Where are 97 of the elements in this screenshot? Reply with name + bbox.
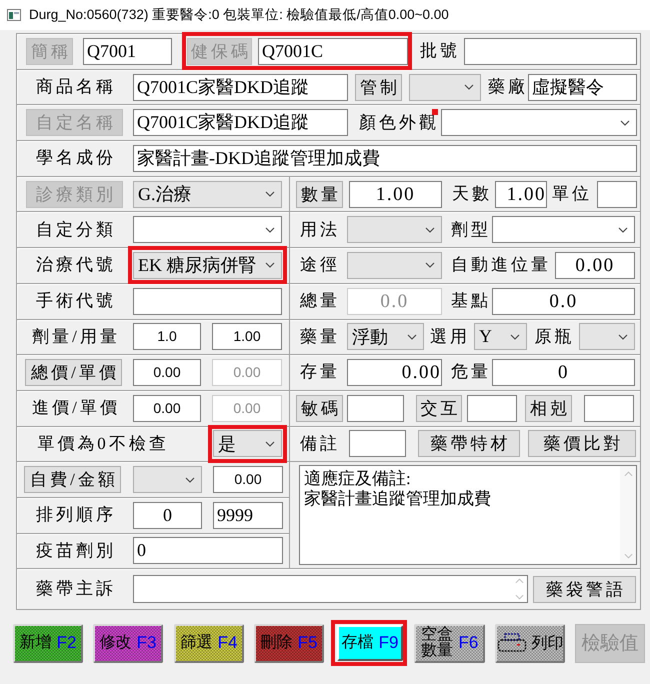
- field-label: 手術代號: [35, 290, 117, 312]
- text-field[interactable]: Q7001: [83, 38, 172, 65]
- field-label: 藥量: [299, 326, 340, 348]
- chevron-down-icon: [618, 334, 628, 340]
- form-button[interactable]: 藥帶特材: [418, 430, 520, 458]
- field-label: 學名成份: [35, 148, 117, 169]
- dropdown-field[interactable]: [441, 109, 637, 136]
- field-label: 單位: [551, 184, 592, 204]
- dropdown-field[interactable]: [347, 216, 442, 244]
- chevron-down-icon: [620, 120, 630, 126]
- field-label: 自定分類: [35, 220, 117, 240]
- text-field[interactable]: [597, 180, 637, 208]
- field-label: 藥廠: [487, 76, 525, 98]
- text-field[interactable]: [464, 38, 637, 65]
- chevron-down-icon: [425, 226, 435, 233]
- marker-icon: [432, 109, 438, 116]
- field-label: 批號: [419, 41, 455, 62]
- form-button[interactable]: 總價/單價: [25, 359, 122, 386]
- text-field[interactable]: 0.00: [133, 359, 201, 386]
- dropdown-field[interactable]: [133, 466, 202, 494]
- chevron-down-icon: [265, 440, 275, 447]
- text-field[interactable]: [347, 394, 404, 422]
- form-button[interactable]: 藥價比對: [528, 430, 636, 458]
- text-field[interactable]: 0.00: [347, 359, 442, 386]
- text-field[interactable]: 虛擬醫令: [528, 74, 637, 101]
- printer-icon: [496, 633, 526, 654]
- chevron-down-icon: [185, 476, 195, 483]
- memo-field[interactable]: [133, 575, 528, 604]
- field-label: 總量: [299, 290, 340, 312]
- form-button[interactable]: 自費/金額: [24, 466, 121, 494]
- dropdown-field[interactable]: EK 糖尿病併腎: [133, 252, 282, 279]
- text-field[interactable]: 0.00: [213, 466, 283, 494]
- chevron-down-icon: [265, 191, 275, 198]
- text-field[interactable]: Q7001C家醫DKD追蹤: [133, 74, 348, 101]
- app-icon: [7, 9, 21, 21]
- dropdown-field[interactable]: 是: [213, 430, 282, 458]
- text-field[interactable]: 0.00: [133, 394, 201, 422]
- form-button[interactable]: 交互: [416, 394, 462, 422]
- dropdown-field[interactable]: 浮動: [347, 323, 424, 350]
- field-label: 天數: [451, 184, 490, 204]
- chevron-down-icon: [618, 226, 628, 233]
- field-label: 劑量/用量: [31, 326, 121, 348]
- text-field[interactable]: 0: [133, 537, 283, 564]
- text-field[interactable]: 0: [133, 502, 202, 529]
- chevron-down-icon: [510, 334, 520, 340]
- dropdown-field[interactable]: [347, 252, 442, 279]
- field-label: 存量: [299, 362, 340, 383]
- text-field[interactable]: 9999: [213, 502, 283, 529]
- field-label: 備註: [299, 434, 340, 454]
- text-field[interactable]: 1.00: [349, 180, 442, 208]
- field-label: 原瓶: [534, 326, 576, 348]
- form-button[interactable]: 藥袋警語: [533, 576, 636, 603]
- text-field[interactable]: 1.0: [133, 323, 201, 350]
- chevron-down-icon: [265, 226, 275, 233]
- text-field[interactable]: 0: [492, 359, 635, 386]
- notes-field[interactable]: 適應症及備註: 家醫計畫追蹤管理加成費: [299, 465, 637, 566]
- form-button[interactable]: 相剋: [525, 394, 572, 422]
- chevron-down-icon: [407, 334, 417, 340]
- field-label: 危量: [450, 362, 490, 383]
- field-label: 進價/單價: [31, 398, 121, 418]
- text-field[interactable]: 1.00: [212, 323, 282, 350]
- field-label: 基點: [450, 290, 490, 312]
- text-field[interactable]: Q7001C家醫DKD追蹤: [133, 109, 348, 136]
- field-label: 疫苗劑別: [35, 540, 117, 562]
- text-field[interactable]: 0.00: [555, 252, 635, 279]
- dropdown-field[interactable]: Y: [474, 323, 527, 350]
- text-field[interactable]: [584, 394, 634, 422]
- field-label: 途徑: [299, 255, 340, 276]
- field-label: 藥帶主訴: [35, 579, 117, 600]
- text-field[interactable]: [467, 394, 517, 422]
- dropdown-field[interactable]: G.治療: [133, 180, 282, 208]
- text-field[interactable]: [133, 288, 282, 315]
- field-label: 選用: [429, 326, 469, 348]
- chevron-down-icon: [265, 262, 275, 268]
- text-field[interactable]: 0.0: [492, 288, 635, 315]
- form-button[interactable]: 管制: [355, 74, 402, 101]
- form-button[interactable]: 敏碼: [296, 394, 343, 422]
- dropdown-field[interactable]: [492, 216, 635, 244]
- form-button[interactable]: 數量: [296, 180, 343, 208]
- dropdown-field[interactable]: [133, 216, 282, 244]
- window-title: Durg_No:0560(732) 重要醫令:0 包裝單位: 檢驗值最低/高值0.00~0.00: [29, 6, 449, 24]
- field-label: 單價為0不檢查: [36, 434, 170, 454]
- field-label: 治療代號: [35, 255, 117, 276]
- dropdown-field[interactable]: [409, 74, 481, 101]
- chevron-down-icon: [425, 262, 435, 268]
- field-label: 劑型: [450, 220, 490, 240]
- text-field[interactable]: 家醫計畫-DKD追蹤管理加成費: [133, 144, 637, 172]
- function-key-button[interactable]: 存檔 F9: [337, 625, 403, 662]
- field-label: 自動進位量: [450, 255, 551, 276]
- chevron-down-icon: [464, 84, 474, 90]
- field-label: 排列順序: [35, 505, 117, 526]
- field-label: 商品名稱: [35, 76, 117, 98]
- text-field[interactable]: 1.00: [495, 180, 547, 208]
- text-field[interactable]: [349, 430, 406, 458]
- field-label: 用法: [299, 220, 340, 240]
- text-field[interactable]: Q7001C: [258, 38, 408, 65]
- dropdown-field[interactable]: [579, 323, 635, 350]
